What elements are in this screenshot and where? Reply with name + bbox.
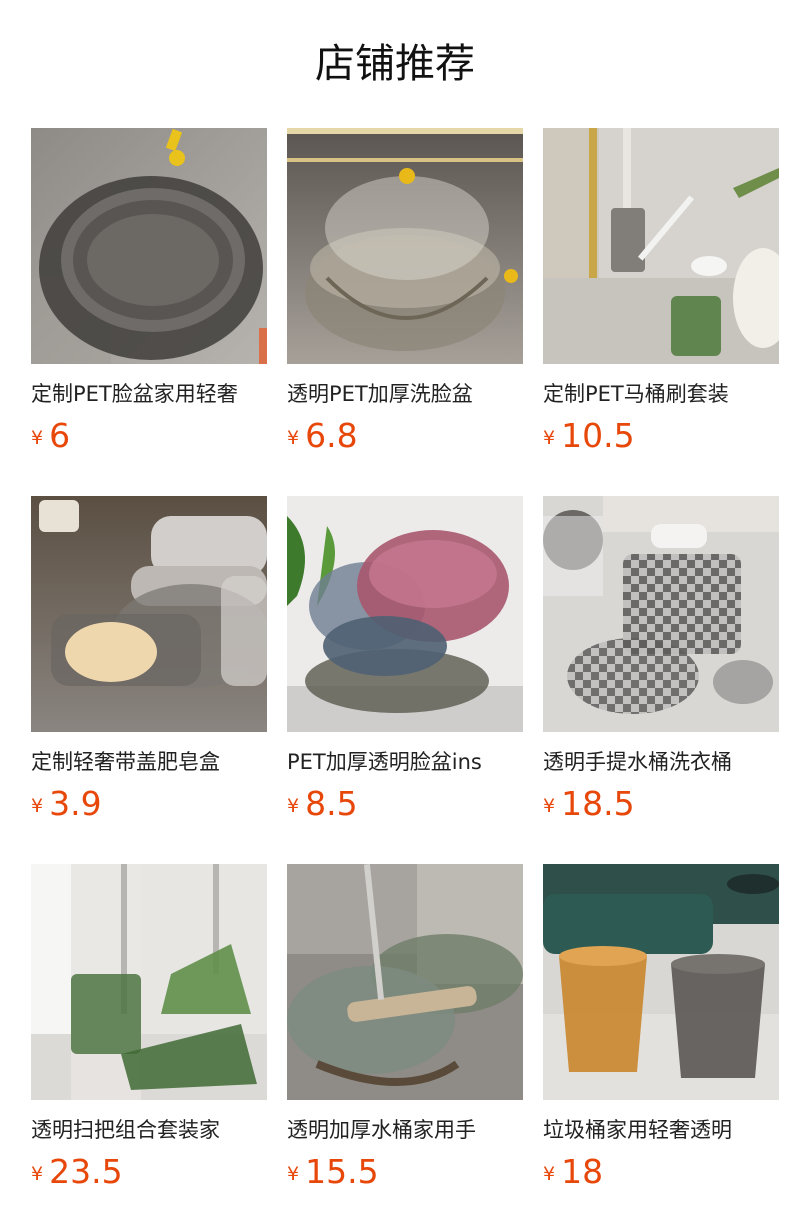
product-price: ¥15.5 — [287, 1152, 379, 1194]
currency-symbol: ¥ — [31, 795, 44, 817]
price-amount: 23.5 — [49, 1152, 123, 1191]
product-card[interactable]: 定制轻奢带盖肥皂盒 ¥3.9 — [31, 496, 267, 826]
product-card[interactable]: 定制PET脸盆家用轻奢 ¥6 — [31, 128, 267, 458]
currency-symbol: ¥ — [543, 1163, 556, 1185]
checkered-bucket-image[interactable] — [543, 496, 779, 732]
product-name[interactable]: 透明PET加厚洗脸盆 — [287, 379, 523, 409]
stacked-clear-basins-image[interactable] — [287, 128, 523, 364]
currency-symbol: ¥ — [31, 427, 44, 449]
broom-dustpan-image[interactable] — [31, 864, 267, 1100]
product-price: ¥23.5 — [31, 1152, 123, 1194]
product-name[interactable]: 透明手提水桶洗衣桶 — [543, 747, 779, 777]
currency-symbol: ¥ — [287, 427, 300, 449]
currency-symbol: ¥ — [31, 1163, 44, 1185]
product-card[interactable]: 定制PET马桶刷套装 ¥10.5 — [543, 128, 779, 458]
product-card[interactable]: 垃圾桶家用轻奢透明 ¥18 — [543, 864, 779, 1194]
recommend-grid: 定制PET脸盆家用轻奢 ¥6 透明PET加厚洗脸盆 ¥ 6.8 定制PET马桶刷… — [0, 0, 790, 1232]
product-price: ¥18.5 — [543, 784, 635, 826]
currency-symbol: ¥ — [287, 1163, 300, 1185]
product-card[interactable]: 透明手提水桶洗衣桶 ¥18.5 — [543, 496, 779, 826]
colored-basins-image[interactable] — [287, 496, 523, 732]
product-name[interactable]: 垃圾桶家用轻奢透明 — [543, 1115, 779, 1145]
price-amount: 6.8 — [305, 416, 358, 455]
product-card[interactable]: PET加厚透明脸盆ins ¥8.5 — [287, 496, 523, 826]
soap-box-image[interactable] — [31, 496, 267, 732]
product-name[interactable]: 定制轻奢带盖肥皂盒 — [31, 747, 267, 777]
price-amount: 6 — [49, 416, 71, 455]
product-price: ¥18 — [543, 1152, 603, 1194]
product-name[interactable]: 定制PET脸盆家用轻奢 — [31, 379, 267, 409]
product-price: ¥3.9 — [31, 784, 102, 826]
price-amount: 8.5 — [305, 784, 358, 823]
product-name[interactable]: PET加厚透明脸盆ins — [287, 747, 523, 777]
product-name[interactable]: 透明加厚水桶家用手 — [287, 1115, 523, 1145]
mop-bucket-image[interactable] — [287, 864, 523, 1100]
product-card[interactable]: 透明PET加厚洗脸盆 ¥6.8 — [287, 128, 523, 458]
currency-symbol: ¥ — [543, 427, 556, 449]
price-amount: 18 — [561, 1152, 604, 1191]
trash-bins-image[interactable] — [543, 864, 779, 1100]
currency-symbol: ¥ — [543, 795, 556, 817]
product-card[interactable]: 透明加厚水桶家用手 ¥15.5 — [287, 864, 523, 1194]
price-amount: 15.5 — [305, 1152, 379, 1191]
product-price: ¥8.5 — [287, 784, 358, 826]
price-amount: 10.5 — [561, 416, 635, 455]
toilet-brush-set-image[interactable] — [543, 128, 779, 364]
product-price: ¥10.5 — [543, 416, 635, 458]
product-price: ¥6.8 — [287, 416, 358, 458]
currency-symbol: ¥ — [287, 795, 300, 817]
product-name[interactable]: 透明扫把组合套装家 — [31, 1115, 267, 1145]
product-card[interactable]: 透明扫把组合套装家 ¥23.5 — [31, 864, 267, 1194]
product-name[interactable]: 定制PET马桶刷套装 — [543, 379, 779, 409]
smoke-grey-basin-image[interactable] — [31, 128, 267, 364]
price-amount: 3.9 — [49, 784, 102, 823]
price-amount: 18.5 — [561, 784, 635, 823]
product-price: ¥6 — [31, 416, 70, 458]
